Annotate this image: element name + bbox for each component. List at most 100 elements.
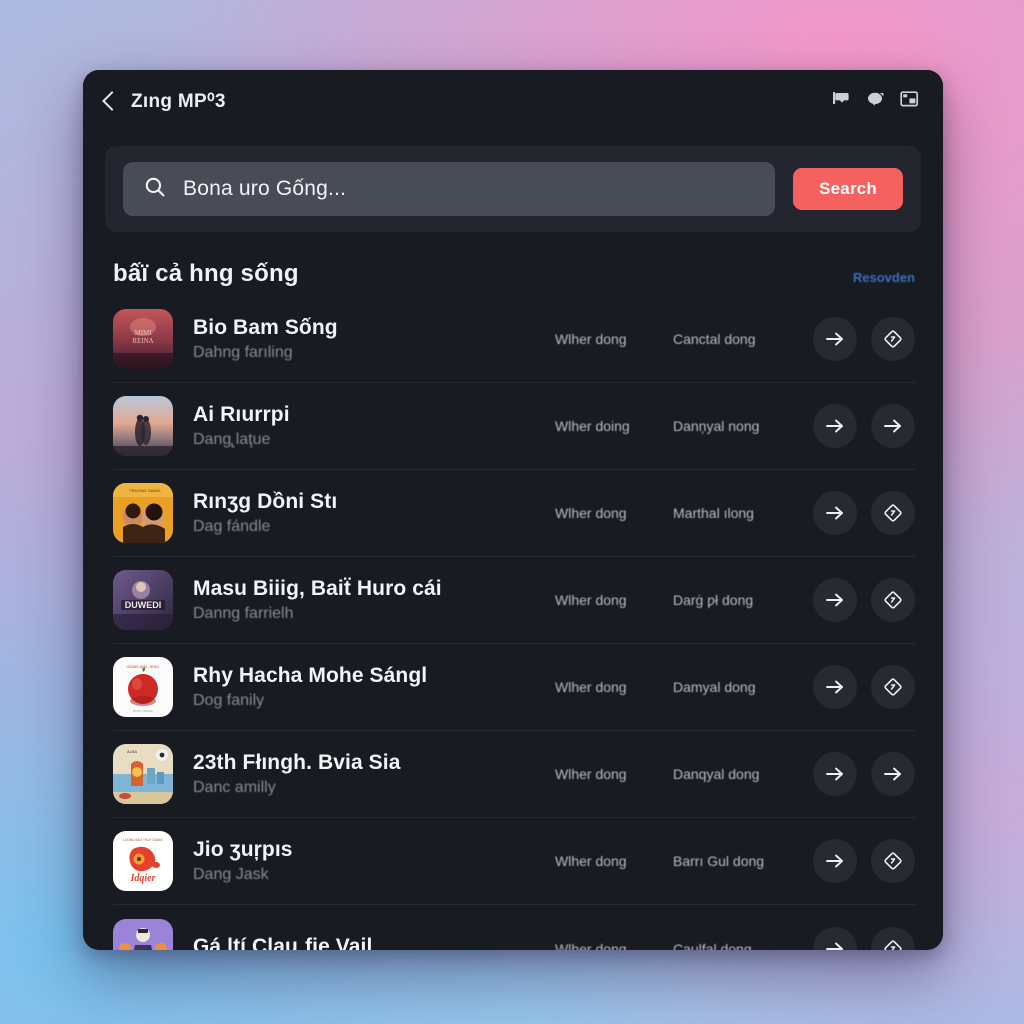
column-b-value: Canctal dong (673, 331, 756, 347)
search-input-value: Bona uro Gống... (183, 177, 347, 200)
album-art-sunset-silhouette (113, 396, 173, 456)
diamond-badge-icon[interactable] (871, 926, 915, 950)
song-meta: Rhy Hacha Mohe Sángl Dog fanily (173, 664, 555, 710)
column-a-value: Wlher dong (555, 679, 627, 695)
column-a-value: Wlher dong (555, 853, 627, 869)
song-title: Rınʒg Dồni Stı (193, 490, 338, 513)
album-art-red-concert: MIMI REINA (113, 309, 173, 369)
arrow-right-icon[interactable] (813, 752, 857, 796)
song-subtitle: Dang Jask (193, 866, 269, 883)
album-art-orange-couple: TRUONG GIANG (113, 483, 173, 543)
album-art-red-apple: HOANG ANH - NHAC DOAN TRANG (113, 657, 173, 717)
column-b-value: Caulfal dong (673, 940, 752, 951)
song-title: Gá ltí Clauˎfie Vail (193, 934, 373, 951)
svg-text:TRUONG GIANG: TRUONG GIANG (129, 488, 160, 493)
section-title: bấï cả hng sống (113, 260, 299, 287)
diamond-badge-icon[interactable] (871, 839, 915, 883)
badge-icon[interactable] (832, 90, 852, 113)
diamond-badge-icon[interactable] (871, 665, 915, 709)
diamond-badge-icon[interactable] (871, 317, 915, 361)
svg-text:ALBA: ALBA (127, 749, 138, 754)
search-icon (143, 175, 167, 204)
row-actions (813, 926, 915, 950)
column-a-value: Wlher dong (555, 331, 627, 347)
svg-text:MIMI: MIMI (134, 329, 152, 337)
column-a-value: Wlher dong (555, 592, 627, 608)
svg-text:Idqier: Idqier (130, 873, 156, 884)
row-actions (813, 578, 915, 622)
app-window: Zıng MP⁰3 Bona uro Gống... Search bấï cả… (83, 70, 943, 950)
title-bar: Zıng MP⁰3 (83, 70, 943, 132)
search-panel: Bona uro Gống... Search (105, 146, 921, 232)
svg-text:LUONG BAO THUY GIANG: LUONG BAO THUY GIANG (123, 838, 163, 842)
arrow-right-icon[interactable] (813, 578, 857, 622)
table-row[interactable]: GIA DINH Gá ltí Clauˎfie Vail Wlher dong… (113, 905, 915, 950)
song-title: 23th Fłıngh. Bvia Sia (193, 751, 401, 774)
song-subtitle: Danc amilly (193, 779, 276, 796)
column-b-value: Darġ ƿł dong (673, 592, 754, 608)
song-meta: Jio ʒuŗpıs Dang Jask (173, 838, 555, 884)
column-b-value: Barrı Gul dong (673, 853, 765, 869)
song-subtitle: Dag fándle (193, 518, 271, 535)
table-row[interactable]: Ai Rıurrpi Dang̢ laţue Wlher doing Danņy… (113, 383, 915, 470)
song-title: Ai Rıurrpi (193, 403, 290, 426)
row-actions (813, 752, 915, 796)
album-art-illustration-beach: ALBA (113, 744, 173, 804)
table-row[interactable]: ALBA 23th Fłıngh. Bvia Sia Danc amilly W… (113, 731, 915, 818)
song-list: MIMI REINA Bio Bam Sống Dahng farıling W… (83, 296, 943, 950)
search-button[interactable]: Search (793, 168, 903, 210)
song-subtitle: Dahng farıling (193, 344, 293, 361)
chat-bubble-icon[interactable] (866, 90, 886, 113)
search-input[interactable]: Bona uro Gống... (123, 162, 776, 216)
arrow-right-icon[interactable] (813, 491, 857, 535)
column-a-value: Wlher dong (555, 940, 627, 951)
column-a-value: Wlher doing (555, 418, 630, 434)
album-art-purple-duwedi: DUWEDI (113, 570, 173, 630)
song-subtitle: Danng farrielh (193, 605, 294, 622)
arrow-right-icon[interactable] (871, 752, 915, 796)
title-bar-right (832, 90, 919, 113)
table-row[interactable]: TRUONG GIANG Rınʒg Dồni Stı Dag fándle W… (113, 470, 915, 557)
picture-in-picture-icon[interactable] (900, 90, 919, 113)
svg-text:DUWEDI: DUWEDI (125, 600, 162, 610)
row-actions (813, 404, 915, 448)
table-row[interactable]: MIMI REINA Bio Bam Sống Dahng farıling W… (113, 296, 915, 383)
svg-text:REINA: REINA (132, 337, 153, 345)
album-art-purple-cartoon: GIA DINH (113, 918, 173, 950)
arrow-right-icon[interactable] (813, 404, 857, 448)
row-actions (813, 665, 915, 709)
table-row[interactable]: DUWEDI Masu Biiig, Baiẗ Huro cái Danng f… (113, 557, 915, 644)
arrow-right-icon[interactable] (813, 665, 857, 709)
arrow-right-icon[interactable] (871, 404, 915, 448)
arrow-right-icon[interactable] (813, 317, 857, 361)
row-actions (813, 491, 915, 535)
svg-text:DOAN TRANG: DOAN TRANG (133, 709, 154, 713)
column-b-value: Danņyal nong (673, 418, 760, 434)
diamond-badge-icon[interactable] (871, 491, 915, 535)
page-title: Zıng MP⁰3 (131, 90, 226, 112)
column-b-value: Damyal dong (673, 679, 756, 695)
album-art-white-red-logo: LUONG BAO THUY GIANG Idqier (113, 831, 173, 891)
section-header: bấï cả hng sống Resovden (83, 232, 943, 296)
column-a-value: Wlher dong (555, 766, 627, 782)
column-b-value: Danqyal dong (673, 766, 760, 782)
column-b-value: Marthal ılong (673, 505, 754, 521)
table-row[interactable]: LUONG BAO THUY GIANG Idqier Jio ʒuŗpıs D… (113, 818, 915, 905)
song-meta: Rınʒg Dồni Stı Dag fándle (173, 490, 555, 536)
song-title: Masu Biiig, Baiẗ Huro cái (193, 577, 442, 600)
back-chevron-icon[interactable] (102, 91, 122, 111)
song-title: Jio ʒuŗpıs (193, 838, 293, 861)
song-subtitle: Dang̢ laţue (193, 431, 271, 448)
song-meta: Gá ltí Clauˎfie Vail (173, 935, 555, 951)
song-meta: Ai Rıurrpi Dang̢ laţue (173, 403, 555, 449)
arrow-right-icon[interactable] (813, 926, 857, 950)
song-title: Bio Bam Sống (193, 316, 338, 339)
diamond-badge-icon[interactable] (871, 578, 915, 622)
reorder-link[interactable]: Resovden (853, 270, 915, 288)
arrow-right-icon[interactable] (813, 839, 857, 883)
row-actions (813, 839, 915, 883)
column-a-value: Wlher dong (555, 505, 627, 521)
table-row[interactable]: HOANG ANH - NHAC DOAN TRANG Rhy Hacha Mo… (113, 644, 915, 731)
song-meta: 23th Fłıngh. Bvia Sia Danc amilly (173, 751, 555, 797)
song-meta: Masu Biiig, Baiẗ Huro cái Danng farrielh (173, 577, 555, 623)
